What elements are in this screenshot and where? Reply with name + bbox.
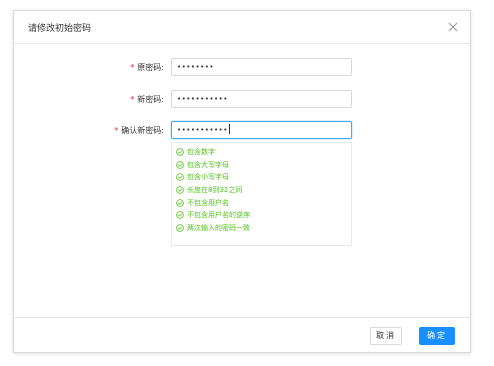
required-mark: * [114,126,119,135]
required-mark: * [130,95,135,104]
text-caret [228,124,230,134]
rule-text: 两次输入的密码一致 [187,223,250,232]
confirm-password-row: * 确认新密码: ••••••••••• [14,121,470,139]
new-password-input[interactable]: ••••••••••• [171,90,352,108]
rule-text: 不包含用户名的逆序 [187,211,250,220]
new-password-label-text: 新密码: [137,95,164,104]
rule-item: 长度在8到32之间 [176,184,347,197]
rule-item: 不包含用户名的逆序 [176,209,347,222]
rule-item: 不包含用户名 [176,196,347,209]
password-rules-panel: 包含数字 包含大写字母 包含小写字母 长度在8到32之间 不包含用户名 不包含用… [171,142,352,246]
rule-text: 包含大写字母 [187,160,229,169]
required-mark: * [130,63,135,72]
circle-check-icon [176,224,184,232]
rule-item: 两次输入的密码一致 [176,222,347,235]
confirm-password-label-text: 确认新密码: [121,126,164,135]
old-password-label-text: 原密码: [137,63,164,72]
old-password-label: * 原密码: [130,62,164,73]
confirm-password-input[interactable]: ••••••••••• [171,121,352,139]
close-icon[interactable] [446,20,460,34]
rule-item: 包含数字 [176,146,347,159]
rule-text: 长度在8到32之间 [187,186,243,195]
old-password-row: * 原密码: •••••••• [14,58,470,76]
circle-check-icon [176,161,184,169]
circle-check-icon [176,148,184,157]
confirm-password-label: * 确认新密码: [114,125,164,136]
circle-check-icon [176,198,184,207]
cancel-button[interactable]: 取消 [370,327,402,345]
new-password-label: * 新密码: [130,94,164,105]
circle-check-icon [176,211,184,220]
new-password-row: * 新密码: ••••••••••• [14,90,470,108]
old-password-value: •••••••• [177,63,215,71]
dialog-header: 请修改初始密码 [14,11,470,44]
rule-item: 包含小写字母 [176,171,347,184]
rule-text: 包含小写字母 [187,173,229,182]
rule-text: 不包含用户名 [187,198,229,207]
change-password-dialog: 请修改初始密码 * 原密码: •••••••• * 新密码: •••••••••••… [13,10,471,353]
confirm-password-value: ••••••••••• [177,126,228,134]
circle-check-icon [176,173,184,182]
dialog-title: 请修改初始密码 [28,24,92,34]
rule-text: 包含数字 [187,148,215,157]
dialog-footer: 取消 确定 [14,317,470,353]
rule-item: 包含大写字母 [176,159,347,172]
old-password-input[interactable]: •••••••• [171,58,352,76]
circle-check-icon [176,186,184,194]
new-password-value: ••••••••••• [177,95,228,103]
ok-button[interactable]: 确定 [419,327,455,345]
